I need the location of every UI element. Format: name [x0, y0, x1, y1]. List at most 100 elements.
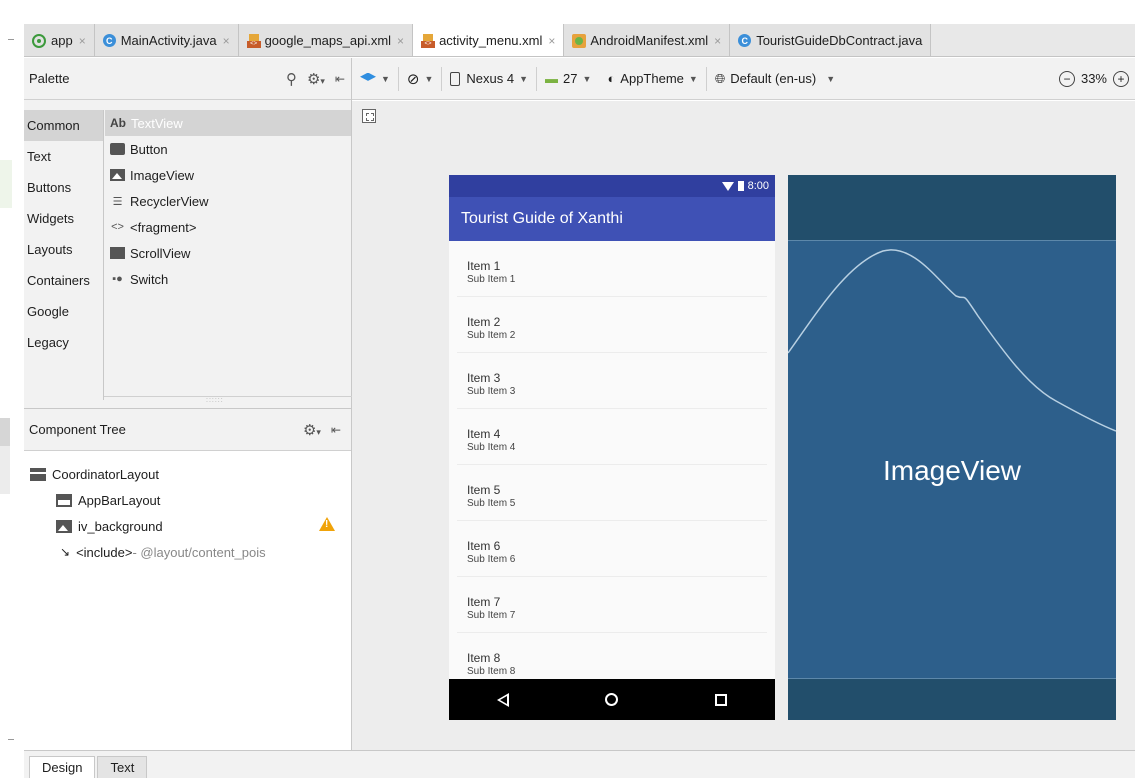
tab-main-activity[interactable]: C MainActivity.java ×: [94, 24, 239, 56]
palette-category-buttons[interactable]: Buttons: [24, 172, 103, 203]
palette-category-widgets[interactable]: Widgets: [24, 203, 103, 234]
tab-activity-menu[interactable]: <> activity_menu.xml ×: [413, 24, 565, 56]
locale-label: Default (en-us): [730, 71, 817, 86]
list-item-subtitle: Sub Item 6: [467, 554, 516, 565]
warning-icon[interactable]: [319, 517, 335, 531]
tab-app[interactable]: app ×: [24, 24, 95, 56]
navigation-bar: [449, 679, 775, 720]
tab-design[interactable]: Design: [29, 756, 96, 778]
palette-category-containers[interactable]: Containers: [24, 265, 103, 296]
palette-item-textview[interactable]: Ab TextView: [105, 110, 351, 136]
close-icon[interactable]: ×: [397, 34, 404, 48]
switch-icon: ▪●: [112, 273, 123, 285]
battery-icon: [737, 181, 744, 191]
tab-google-maps-api[interactable]: <> google_maps_api.xml ×: [238, 24, 414, 56]
palette-item-list: Ab TextView Button ImageView ☰ RecyclerV…: [105, 110, 351, 292]
locale-dropdown[interactable]: 🌐︎ Default (en-us) ▼: [707, 67, 843, 91]
gutter-highlight: [0, 418, 10, 446]
close-icon[interactable]: ×: [548, 34, 555, 48]
close-icon[interactable]: ×: [223, 34, 230, 48]
palette-category-text[interactable]: Text: [24, 141, 103, 172]
api-level-dropdown[interactable]: ▬ 27 ▼: [537, 67, 599, 91]
palette-item-button[interactable]: Button: [105, 136, 351, 162]
palette-title: Palette: [29, 71, 70, 86]
list-item[interactable]: Item 6 Sub Item 6: [457, 521, 767, 577]
design-toolbar: ▼ ⊘ ▼ Nexus 4 ▼ ▬ 27 ▼ ◐ AppTheme ▼ 🌐︎ D…: [352, 58, 1135, 100]
gear-icon[interactable]: ⚙▾: [307, 70, 325, 88]
blueprint-preview[interactable]: ImageView: [788, 175, 1116, 720]
theme-dropdown[interactable]: ◐ AppTheme ▼: [599, 66, 707, 91]
palette-category-layouts[interactable]: Layouts: [24, 234, 103, 265]
palette-header: Palette ⚲ ⚙▾ ⇤: [24, 58, 351, 100]
tree-node-coordinator-layout[interactable]: CoordinatorLayout: [24, 461, 351, 487]
close-icon[interactable]: ×: [79, 34, 86, 48]
list-item[interactable]: Item 5 Sub Item 5: [457, 465, 767, 521]
gear-icon[interactable]: ⚙▾: [303, 421, 321, 439]
list-icon: ☰: [112, 195, 123, 208]
palette-item-label: ScrollView: [130, 245, 191, 261]
tab-text[interactable]: Text: [97, 756, 148, 778]
list-item-subtitle: Sub Item 4: [467, 442, 516, 453]
chevron-down-icon: ▼: [381, 73, 390, 84]
globe-icon: 🌐︎: [714, 70, 726, 86]
hide-panel-icon[interactable]: ⇤: [335, 72, 345, 86]
palette-item-recyclerview[interactable]: ☰ RecyclerView: [105, 188, 351, 214]
list-item[interactable]: Item 4 Sub Item 4: [457, 409, 767, 465]
tree-node-iv-background[interactable]: iv_background: [24, 513, 351, 539]
tab-android-manifest[interactable]: AndroidManifest.xml ×: [564, 24, 731, 56]
list-item[interactable]: Item 2 Sub Item 2: [457, 297, 767, 353]
palette-category-legacy[interactable]: Legacy: [24, 327, 103, 358]
hide-panel-icon[interactable]: ⇤: [331, 423, 341, 437]
orientation-dropdown[interactable]: ⊘ ▼: [399, 66, 443, 91]
list-item[interactable]: Item 7 Sub Item 7: [457, 577, 767, 633]
design-surface-dropdown[interactable]: ▼: [352, 66, 399, 91]
image-icon: [56, 519, 72, 533]
palette-item-switch[interactable]: ▪● Switch: [105, 266, 351, 292]
tree-node-label: AppBarLayout: [78, 492, 161, 508]
list-item[interactable]: Item 3 Sub Item 3: [457, 353, 767, 409]
palette-item-label: <fragment>: [130, 219, 197, 235]
tree-node-label: <include>: [76, 544, 133, 560]
device-dropdown[interactable]: Nexus 4 ▼: [442, 66, 538, 91]
palette-category-common[interactable]: Common: [24, 110, 103, 141]
class-icon: C: [738, 34, 752, 47]
list-item-subtitle: Sub Item 1: [467, 274, 516, 285]
xml-file-icon: <>: [421, 33, 436, 48]
tab-tourist-guide-db-contract[interactable]: C TouristGuideDbContract.java: [730, 24, 932, 56]
editor-gutter: [0, 0, 24, 778]
gutter-marker: [8, 39, 14, 40]
palette-item-label: Switch: [130, 271, 169, 287]
panel-resize-grip[interactable]: ::::::: [104, 396, 352, 404]
zoom-in-icon[interactable]: +: [1113, 70, 1129, 87]
palette-item-scrollview[interactable]: ScrollView: [105, 240, 351, 266]
tab-label: AndroidManifest.xml: [590, 33, 709, 48]
search-icon[interactable]: ⚲: [286, 70, 297, 88]
appbar-layout-icon: [56, 493, 72, 507]
preview-list[interactable]: Item 1 Sub Item 1 Item 2 Sub Item 2 Item…: [449, 241, 775, 689]
palette-item-imageview[interactable]: ImageView: [105, 162, 351, 188]
fit-screen-icon[interactable]: [362, 109, 376, 123]
palette-item-fragment[interactable]: <> <fragment>: [105, 214, 351, 240]
chevron-down-icon: ▼: [582, 73, 592, 84]
list-item[interactable]: Item 1 Sub Item 1: [457, 241, 767, 297]
list-item-title: Item 6: [467, 539, 501, 553]
close-icon[interactable]: ×: [714, 34, 721, 48]
palette-category-google[interactable]: Google: [24, 296, 103, 327]
coordinator-layout-icon: [30, 467, 46, 481]
tree-node-include[interactable]: ↘ <include> - @layout/content_pois: [24, 539, 351, 565]
tree-node-label: CoordinatorLayout: [52, 466, 159, 482]
list-item-subtitle: Sub Item 2: [467, 330, 516, 341]
theme-icon: ◐: [607, 71, 616, 86]
tree-node-appbar-layout[interactable]: AppBarLayout: [24, 487, 351, 513]
tab-label: app: [51, 33, 73, 48]
android-icon: ▬: [545, 71, 559, 86]
chevron-down-icon: ▼: [519, 73, 529, 84]
zoom-out-icon[interactable]: −: [1058, 70, 1075, 87]
blueprint-appbar[interactable]: [788, 175, 1116, 241]
blueprint-imageview-label: ImageView: [882, 455, 1021, 486]
device-preview[interactable]: 8:00 Tourist Guide of Xanthi Item 1 Sub …: [449, 175, 775, 720]
scrollview-icon: [110, 247, 125, 259]
app-toolbar[interactable]: Tourist Guide of Xanthi: [449, 197, 775, 241]
image-icon: [110, 169, 125, 181]
design-canvas[interactable]: 8:00 Tourist Guide of Xanthi Item 1 Sub …: [352, 101, 1135, 750]
